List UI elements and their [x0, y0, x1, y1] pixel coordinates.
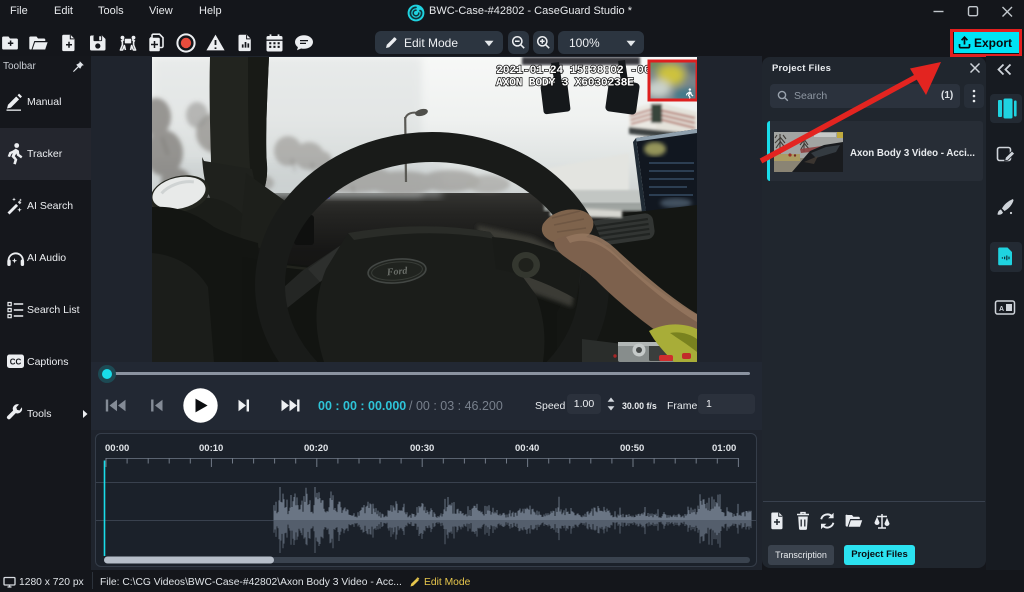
svg-text:2021-01-24 15:38:02 -0600: 2021-01-24 15:38:02 -0600	[496, 65, 664, 77]
svg-text:Ford: Ford	[385, 266, 408, 279]
svg-text:AXON BODY 3 X6030238E: AXON BODY 3 X6030238E	[496, 78, 634, 90]
svg-text:A: A	[999, 306, 1004, 313]
svg-text:CC: CC	[10, 358, 22, 367]
